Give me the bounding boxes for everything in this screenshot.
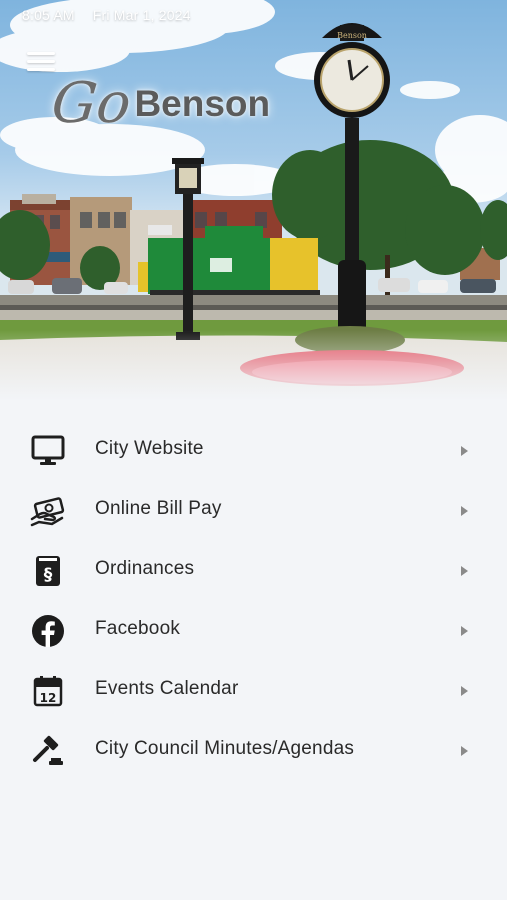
gavel-icon xyxy=(30,734,66,768)
ordinance-book-icon: § xyxy=(30,554,66,588)
menu-item-label: Facebook xyxy=(95,618,181,639)
app-logo: Go Benson xyxy=(48,62,271,136)
menu-item-label: Ordinances xyxy=(95,558,195,579)
logo-name: Benson xyxy=(134,83,271,124)
chevron-right-icon xyxy=(461,686,468,696)
calendar-icon: 12 xyxy=(30,674,66,708)
facebook-icon xyxy=(30,614,66,648)
menu-item-facebook[interactable]: Facebook xyxy=(0,600,507,660)
monitor-icon xyxy=(30,434,66,468)
menu-item-city-website[interactable]: City Website xyxy=(0,420,507,480)
menu-item-label: City Council Minutes/Agendas xyxy=(95,738,355,759)
menu-item-label: Online Bill Pay xyxy=(95,498,222,519)
calendar-icon-day: 12 xyxy=(40,691,57,705)
menu-item-events-calendar[interactable]: 12 Events Calendar xyxy=(0,660,507,720)
main-menu-list: City Website Online Bill Pay § Ordinance… xyxy=(0,420,507,780)
menu-item-label: Events Calendar xyxy=(95,678,239,699)
status-bar: 8:05 AM Fri Mar 1, 2024 xyxy=(22,7,191,23)
menu-item-city-council[interactable]: City Council Minutes/Agendas xyxy=(0,720,507,780)
menu-item-ordinances[interactable]: § Ordinances xyxy=(0,540,507,600)
menu-item-label: City Website xyxy=(95,438,204,459)
chevron-right-icon xyxy=(461,446,468,456)
chevron-right-icon xyxy=(461,506,468,516)
bill-pay-icon xyxy=(30,494,66,528)
chevron-right-icon xyxy=(461,566,468,576)
hero-banner: Benson xyxy=(0,0,507,405)
menu-item-online-bill-pay[interactable]: Online Bill Pay xyxy=(0,480,507,540)
status-date: Fri Mar 1, 2024 xyxy=(92,7,191,23)
chevron-right-icon xyxy=(461,626,468,636)
clock-label: Benson xyxy=(337,31,367,40)
svg-text:§: § xyxy=(44,565,53,585)
status-time: 8:05 AM xyxy=(22,7,75,23)
hamburger-menu-icon[interactable] xyxy=(27,52,55,74)
logo-go: Go xyxy=(48,71,134,136)
chevron-right-icon xyxy=(461,746,468,756)
